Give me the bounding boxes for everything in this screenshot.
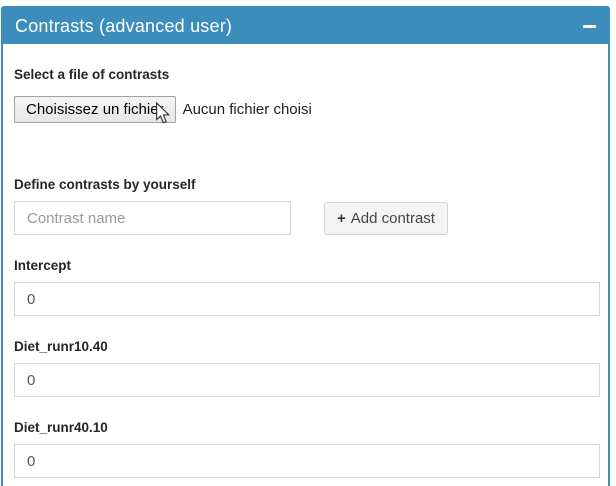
collapse-button[interactable] <box>578 15 600 37</box>
coefficient-group-diet-runr10-40: Diet_runr10.40 <box>14 338 600 397</box>
define-contrast-group: Define contrasts by yourself + Add contr… <box>14 176 600 235</box>
coefficient-label-intercept: Intercept <box>14 257 600 274</box>
define-contrast-row: + Add contrast <box>14 201 600 235</box>
file-chosen-status: Aucun fichier choisi <box>183 101 312 118</box>
coefficient-input-intercept[interactable] <box>14 282 600 316</box>
coefficient-group-diet-runr40-10: Diet_runr40.10 <box>14 419 600 478</box>
coefficient-input-diet-runr40-10[interactable] <box>14 444 600 478</box>
panel-title: Contrasts (advanced user) <box>15 8 232 44</box>
minus-icon <box>583 25 596 28</box>
panel-body: Select a file of contrasts Choisissez un… <box>3 44 608 478</box>
choose-file-button[interactable]: Choisissez un fichier <box>14 96 176 123</box>
plus-icon: + <box>337 210 346 227</box>
coefficient-label-diet-runr40-10: Diet_runr40.10 <box>14 419 600 436</box>
coefficient-input-diet-runr10-40[interactable] <box>14 363 600 397</box>
contrasts-panel: Contrasts (advanced user) Select a file … <box>1 6 610 486</box>
coefficient-label-diet-runr10-40: Diet_runr10.40 <box>14 338 600 355</box>
file-input-label: Select a file of contrasts <box>14 66 600 83</box>
add-contrast-button[interactable]: + Add contrast <box>324 202 448 235</box>
file-input-group: Select a file of contrasts Choisissez un… <box>14 66 600 123</box>
coefficient-group-intercept: Intercept <box>14 257 600 316</box>
define-contrast-label: Define contrasts by yourself <box>14 176 600 193</box>
contrast-name-input[interactable] <box>14 201 291 235</box>
add-contrast-button-label: Add contrast <box>351 210 435 227</box>
panel-header: Contrasts (advanced user) <box>3 8 608 44</box>
file-input-control: Choisissez un fichier Aucun fichier choi… <box>14 96 600 123</box>
